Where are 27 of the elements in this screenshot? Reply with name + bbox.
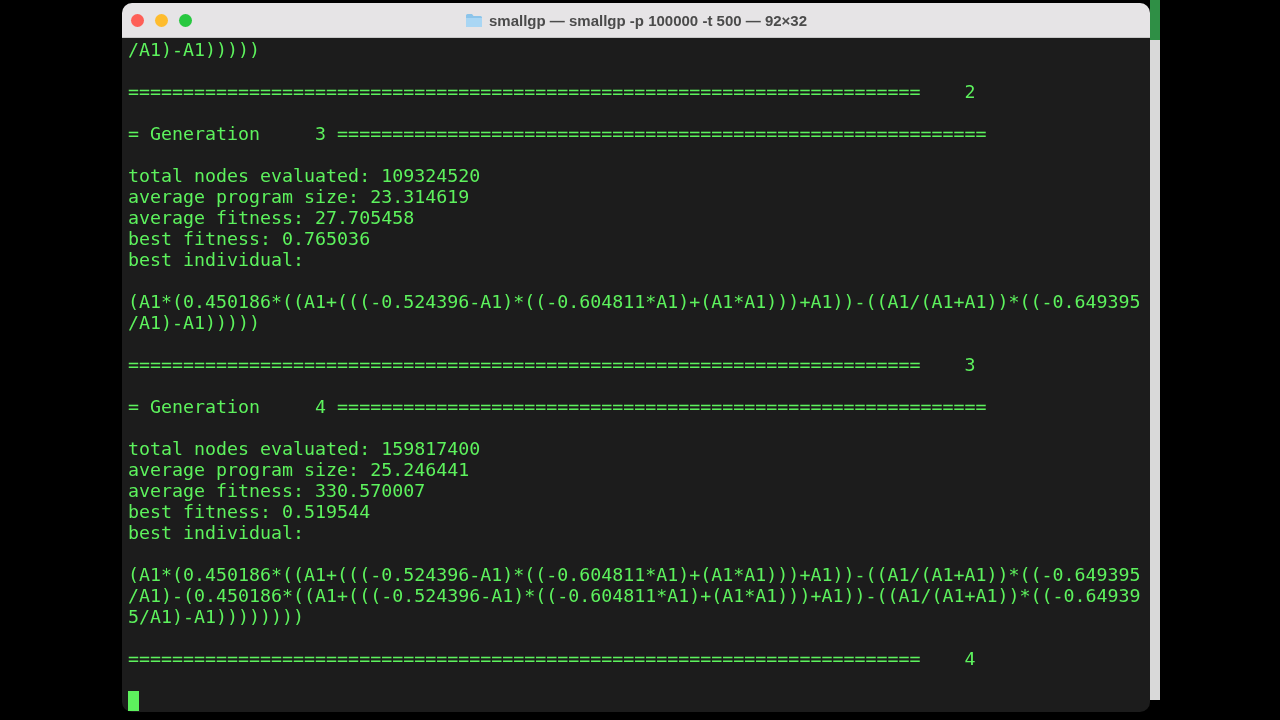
maximize-button[interactable] [179, 13, 192, 27]
terminal-line: total nodes evaluated: 159817400 [128, 438, 481, 459]
terminal-line: average program size: 25.246441 [128, 459, 470, 480]
terminal-line: /A1)-A1))))) [128, 39, 261, 60]
terminal-line: average fitness: 330.570007 [128, 480, 426, 501]
terminal-line: /A1)-A1))))) [128, 312, 261, 333]
terminal-line: best fitness: 0.519544 [128, 501, 371, 522]
text-cursor [128, 690, 139, 711]
terminal-line: best individual: [128, 249, 305, 270]
window-title: smallgp — smallgp -p 100000 -t 500 — 92×32 [488, 11, 808, 29]
terminal-line: average fitness: 27.705458 [128, 207, 415, 228]
terminal-line: ======================================================================== 4 [128, 648, 976, 669]
close-button[interactable] [131, 13, 144, 27]
terminal-line: (A1*(0.450186*((A1+(((-0.524396-A1)*((-0.604811*A1)+(A1*A1)))+A1))-((A1/(A1+A1))*((-0.649395 [128, 291, 1141, 312]
terminal-line: average program size: 23.314619 [128, 186, 470, 207]
terminal-line: ======================================================================== 2 [128, 81, 976, 102]
terminal-line: /A1)-(0.450186*((A1+(((-0.524396-A1)*((-0.604811*A1)+(A1*A1)))+A1))-((A1/(A1+A1))*((-0.64939 [128, 585, 1141, 606]
minimize-button[interactable] [155, 13, 168, 27]
folder-icon [464, 12, 483, 28]
terminal-line: best individual: [128, 522, 305, 543]
terminal-line: best fitness: 0.765036 [128, 228, 371, 249]
terminal-line: (A1*(0.450186*((A1+(((-0.524396-A1)*((-0.604811*A1)+(A1*A1)))+A1))-((A1/(A1+A1))*((-0.649395 [128, 564, 1141, 585]
terminal-line: = Generation 3 =========================================================== [128, 123, 987, 144]
terminal-line: total nodes evaluated: 109324520 [128, 165, 481, 186]
terminal-line: = Generation 4 =========================================================== [128, 396, 987, 417]
terminal-line: 5/A1)-A1)))))))) [128, 606, 305, 627]
terminal-line: ======================================================================== 3 [128, 354, 976, 375]
